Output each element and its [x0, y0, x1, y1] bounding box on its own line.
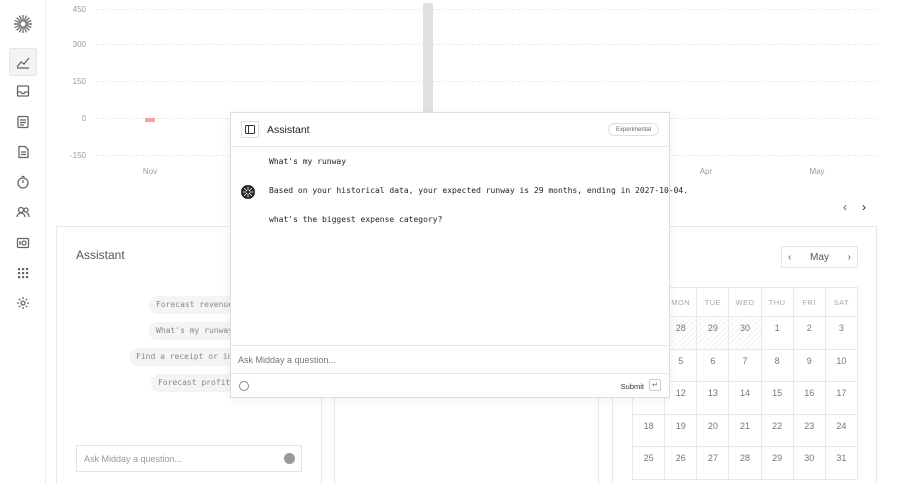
calendar-day[interactable]: 29 — [697, 317, 730, 350]
calendar-day[interactable]: 25 — [633, 447, 666, 480]
weekday-label: WED — [729, 288, 762, 317]
chart-icon — [16, 57, 30, 69]
card-question-input[interactable]: Ask Midday a question... — [76, 445, 302, 472]
next-month-icon[interactable]: › — [848, 252, 851, 263]
calendar-day[interactable]: 26 — [665, 447, 698, 480]
timer-icon — [17, 175, 29, 189]
assistant-message: Based on your historical data, your expe… — [269, 186, 689, 195]
assistant-avatar-icon — [241, 185, 255, 199]
calendar-day[interactable]: 17 — [825, 382, 858, 415]
user-message: what's the biggest expense category? — [269, 215, 443, 224]
sidebar-item-customers[interactable] — [9, 198, 37, 226]
calendar-day[interactable]: 22 — [761, 414, 794, 447]
document-icon — [18, 145, 29, 159]
inbox-icon — [16, 85, 30, 97]
y-tick-label: 450 — [72, 5, 86, 14]
weekday-label: FRI — [793, 288, 826, 317]
calendar-day[interactable]: 18 — [633, 414, 666, 447]
sidebar-item-settings[interactable] — [9, 289, 37, 317]
month-label: May — [810, 251, 829, 263]
sidebar-item-invoices[interactable] — [9, 138, 37, 166]
month-navigator: ‹ May › — [781, 246, 858, 268]
calendar-day[interactable]: 30 — [793, 447, 826, 480]
previous-page-icon[interactable]: ‹ — [843, 200, 847, 214]
y-tick-label: 300 — [72, 40, 86, 49]
calendar-day[interactable]: 19 — [665, 414, 698, 447]
assistant-icon[interactable] — [239, 381, 249, 391]
grid-line — [96, 81, 876, 82]
card-title: Assistant — [76, 248, 125, 262]
weekday-label: SAT — [825, 288, 858, 317]
calendar-day[interactable]: 29 — [761, 447, 794, 480]
y-tick-label: 0 — [81, 114, 86, 123]
calendar-day[interactable]: 1 — [761, 317, 794, 350]
calendar-day[interactable]: 14 — [729, 382, 762, 415]
sidebar-panel-icon — [245, 125, 255, 134]
gear-icon — [17, 297, 29, 309]
calendar-week: 25 26 27 28 29 30 31 — [633, 447, 858, 480]
previous-month-icon[interactable]: ‹ — [788, 252, 791, 263]
calendar-day[interactable]: 6 — [697, 349, 730, 382]
sidebar-item-vault[interactable] — [9, 229, 37, 257]
calendar-day[interactable]: 24 — [825, 414, 858, 447]
users-icon — [16, 206, 30, 218]
weekday-label: TUE — [697, 288, 730, 317]
assistant-dialog: Assistant Experimental What's my runway … — [230, 112, 688, 398]
submit-button[interactable]: Submit — [621, 382, 644, 391]
calendar-day[interactable]: 16 — [793, 382, 826, 415]
calendar-day[interactable]: 31 — [825, 447, 858, 480]
dialog-title: Assistant — [267, 124, 310, 136]
question-input[interactable]: Ask Midday a question... — [231, 345, 669, 374]
input-placeholder: Ask Midday a question... — [84, 454, 183, 464]
calendar-week: 18 19 20 21 22 23 24 — [633, 414, 858, 447]
grid-line — [96, 9, 876, 10]
input-placeholder: Ask Midday a question... — [238, 355, 337, 365]
sidebar-item-overview[interactable] — [9, 48, 37, 76]
sidebar-item-apps[interactable] — [9, 259, 37, 287]
calendar-day[interactable]: 9 — [793, 349, 826, 382]
x-tick-label: Nov — [142, 167, 158, 176]
chart-bar[interactable] — [422, 3, 433, 118]
calendar-day[interactable]: 20 — [697, 414, 730, 447]
calendar-day[interactable]: 23 — [793, 414, 826, 447]
calendar-day[interactable]: 7 — [729, 349, 762, 382]
calendar-day[interactable]: 3 — [825, 317, 858, 350]
sidebar-toggle-button[interactable] — [241, 121, 259, 138]
calendar-day[interactable]: 28 — [729, 447, 762, 480]
vault-icon — [16, 237, 30, 249]
experimental-badge: Experimental — [607, 123, 659, 136]
x-tick-label: May — [809, 167, 825, 176]
calendar-day[interactable]: 27 — [697, 447, 730, 480]
y-tick-label: 150 — [72, 77, 86, 86]
calendar-day[interactable]: 2 — [793, 317, 826, 350]
grid-line — [96, 44, 876, 45]
enter-key-icon: ↵ — [649, 379, 661, 391]
dialog-header: Assistant Experimental — [231, 113, 669, 147]
calendar-day[interactable]: 8 — [761, 349, 794, 382]
apps-icon — [18, 268, 29, 279]
calendar-day[interactable]: 13 — [697, 382, 730, 415]
x-tick-label: Apr — [699, 167, 713, 176]
suggestion-chip[interactable]: What's my runway — [149, 322, 241, 340]
assistant-icon[interactable] — [284, 453, 295, 464]
user-message: What's my runway — [269, 157, 347, 166]
weekday-label: THU — [761, 288, 794, 317]
sidebar-item-tracker[interactable] — [9, 168, 37, 196]
y-tick-label: -150 — [69, 151, 86, 160]
sidebar-item-transactions[interactable] — [9, 108, 37, 136]
sidebar — [0, 0, 46, 484]
next-page-icon[interactable]: › — [862, 200, 866, 214]
calendar-day[interactable]: 21 — [729, 414, 762, 447]
chart-bar[interactable] — [145, 118, 155, 122]
calendar-day[interactable]: 15 — [761, 382, 794, 415]
suggestion-chip[interactable]: Forecast profit — [151, 374, 238, 392]
suggestion-chip[interactable]: Forecast revenue — [149, 296, 241, 314]
calendar-day[interactable]: 10 — [825, 349, 858, 382]
calendar-day[interactable]: 30 — [729, 317, 762, 350]
sidebar-item-inbox[interactable] — [9, 77, 37, 105]
list-icon — [17, 115, 29, 129]
logo-icon[interactable] — [13, 14, 33, 34]
